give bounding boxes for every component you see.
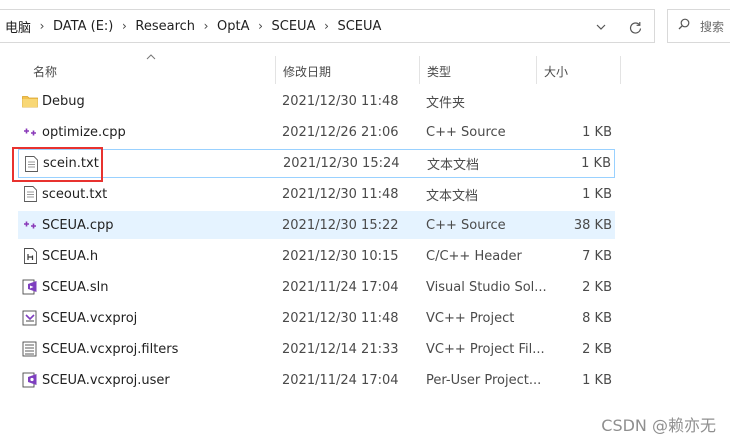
file-date: 2021/11/24 17:04 (282, 279, 399, 295)
file-type: 文本文档 (426, 188, 479, 204)
file-name: SCEUA.vcxproj.filters (42, 341, 179, 357)
chevron-right-icon[interactable]: › (199, 19, 213, 33)
watermark: CSDN @赖亦无 (601, 416, 716, 435)
file-date: 2021/12/26 21:06 (282, 124, 399, 140)
breadcrumb-item-research[interactable]: Research (131, 19, 199, 34)
file-size: 38 KB (573, 217, 612, 233)
address-bar[interactable]: 电脑 › DATA (E:) › Research › OptA › SCEUA… (0, 9, 655, 43)
file-size: 1 KB (582, 124, 612, 140)
top-bar: 电脑 › DATA (E:) › Research › OptA › SCEUA… (0, 0, 730, 52)
cpp-file-icon (22, 217, 38, 233)
file-date: 2021/12/14 21:33 (282, 341, 399, 357)
search-box[interactable]: 搜索 (667, 9, 730, 43)
file-date: 2021/12/30 15:24 (283, 156, 400, 171)
file-type: 文本文档 (427, 158, 480, 173)
file-name: Debug (42, 93, 85, 109)
file-row-debug[interactable]: Debug 2021/12/30 11:48 文件夹 (18, 87, 615, 115)
file-name: SCEUA.h (42, 248, 99, 264)
file-type: C/C++ Header (426, 248, 522, 264)
user-project-file-icon (22, 372, 38, 388)
file-name: SCEUA.vcxproj (42, 310, 138, 326)
text-file-icon (22, 186, 38, 202)
file-row-sceua-vcxproj-filters[interactable]: SCEUA.vcxproj.filters 2021/12/14 21:33 V… (18, 335, 615, 363)
breadcrumb-item-computer[interactable]: 电脑 (1, 17, 35, 36)
file-type: C++ Source (426, 124, 506, 140)
file-row-scein-txt[interactable]: scein.txt 2021/12/30 15:24 文本文档 1 KB (18, 149, 615, 178)
file-name: sceout.txt (42, 186, 108, 202)
file-type: VC++ Project (426, 310, 515, 326)
column-header-type[interactable]: 类型 (419, 56, 536, 86)
file-date: 2021/12/30 11:48 (282, 93, 399, 109)
cpp-file-icon (22, 124, 38, 140)
breadcrumb-item-drive[interactable]: DATA (E:) (49, 19, 117, 34)
solution-file-icon (22, 279, 38, 295)
column-header-name[interactable]: 名称 (25, 56, 275, 86)
file-date: 2021/12/30 10:15 (282, 248, 399, 264)
header-file-icon (22, 248, 38, 264)
file-date: 2021/11/24 17:04 (282, 372, 399, 388)
file-row-sceua-sln[interactable]: SCEUA.sln 2021/11/24 17:04 Visual Studio… (18, 273, 615, 301)
file-row-sceua-vcxproj-user[interactable]: SCEUA.vcxproj.user 2021/11/24 17:04 Per-… (18, 366, 615, 394)
file-size: 1 KB (582, 372, 612, 388)
file-size: 2 KB (582, 341, 612, 357)
file-size: 2 KB (582, 279, 612, 295)
filters-file-icon (22, 341, 38, 357)
file-row-sceua-h[interactable]: SCEUA.h 2021/12/30 10:15 C/C++ Header 7 … (18, 242, 615, 270)
chevron-right-icon[interactable]: › (319, 19, 333, 33)
column-header: 名称 修改日期 类型 大小 (0, 52, 730, 86)
chevron-right-icon[interactable]: › (35, 19, 49, 33)
vcxproj-file-icon (22, 310, 38, 326)
file-row-sceout-txt[interactable]: sceout.txt 2021/12/30 11:48 文本文档 1 KB (18, 180, 615, 208)
file-type: VC++ Project Fil... (426, 341, 545, 357)
file-name: SCEUA.sln (42, 279, 109, 295)
chevron-right-icon[interactable]: › (254, 19, 268, 33)
chevron-down-icon[interactable] (592, 18, 610, 36)
file-type: Visual Studio Sol... (426, 279, 547, 295)
text-file-icon (23, 155, 39, 172)
chevron-right-icon[interactable]: › (117, 19, 131, 33)
column-header-size[interactable]: 大小 (536, 56, 620, 86)
search-icon (678, 18, 690, 34)
file-size: 1 KB (581, 156, 611, 171)
file-row-sceua-vcxproj[interactable]: SCEUA.vcxproj 2021/12/30 11:48 VC++ Proj… (18, 304, 615, 332)
file-row-optimize-cpp[interactable]: optimize.cpp 2021/12/26 21:06 C++ Source… (18, 118, 615, 146)
file-name: optimize.cpp (42, 124, 126, 140)
file-date: 2021/12/30 11:48 (282, 310, 399, 326)
file-size: 8 KB (582, 310, 612, 326)
file-name: scein.txt (43, 156, 99, 171)
search-placeholder: 搜索 (700, 19, 725, 34)
file-row-sceua-cpp[interactable]: SCEUA.cpp 2021/12/30 15:22 C++ Source 38… (18, 211, 615, 239)
folder-icon (22, 93, 38, 109)
breadcrumb: 电脑 › DATA (E:) › Research › OptA › SCEUA… (0, 10, 385, 42)
file-size: 7 KB (582, 248, 612, 264)
file-size: 1 KB (582, 186, 612, 202)
breadcrumb-item-sceua[interactable]: SCEUA (268, 19, 320, 34)
breadcrumb-item-sceua-current[interactable]: SCEUA (333, 19, 385, 34)
file-type: 文件夹 (426, 95, 466, 111)
breadcrumb-item-opta[interactable]: OptA (213, 19, 253, 34)
refresh-icon[interactable] (626, 18, 644, 36)
file-type: Per-User Project... (426, 372, 542, 388)
file-date: 2021/12/30 15:22 (282, 217, 399, 233)
file-type: C++ Source (426, 217, 506, 233)
file-name: SCEUA.vcxproj.user (42, 372, 170, 388)
column-header-date[interactable]: 修改日期 (275, 56, 419, 86)
file-name: SCEUA.cpp (42, 217, 114, 233)
file-date: 2021/12/30 11:48 (282, 186, 399, 202)
column-divider[interactable] (620, 56, 621, 84)
